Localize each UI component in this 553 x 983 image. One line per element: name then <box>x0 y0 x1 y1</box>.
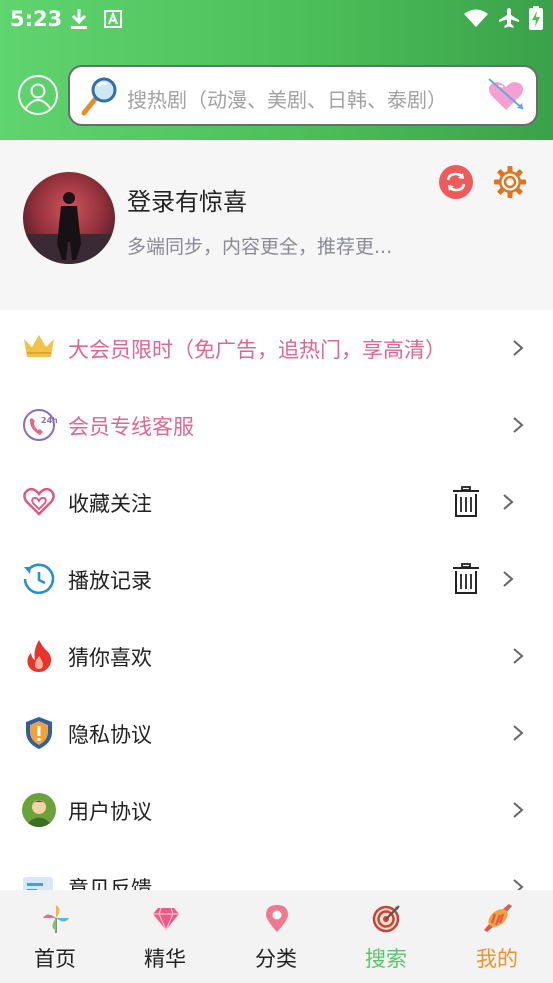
chevron-right-icon <box>503 494 514 510</box>
tab-mine[interactable]: 我的 <box>442 890 552 983</box>
pinwheel-icon <box>43 905 69 933</box>
menu-item-vip-service[interactable]: 24h 会员专线客服 <box>0 387 553 464</box>
tab-category[interactable]: 分类 <box>221 890 331 983</box>
user-avatar-button[interactable] <box>18 75 58 115</box>
user-icon <box>22 793 56 827</box>
wifi-icon <box>464 9 488 27</box>
tab-label: 分类 <box>255 947 297 971</box>
menu-item-guess-you-like[interactable]: 猜你喜欢 <box>0 618 553 695</box>
menu-item-label: 用户协议 <box>68 800 152 824</box>
menu-item-label: 会员专线客服 <box>68 415 194 439</box>
diamond-icon <box>153 907 179 932</box>
bottom-nav: 首页 精华 分类 搜索 我的 <box>0 890 553 983</box>
trash-icon[interactable] <box>452 563 480 595</box>
header: 5:23 搜热剧（动漫、美剧、日韩、泰剧） <box>0 0 553 140</box>
flame-icon <box>27 640 52 672</box>
map-pin-icon <box>266 905 288 932</box>
chevron-right-icon <box>503 571 514 587</box>
tab-search[interactable]: 搜索 <box>331 890 441 983</box>
svg-text:24h: 24h <box>41 416 57 425</box>
phone-24h-icon: 24h <box>23 409 57 441</box>
status-time: 5:23 <box>10 7 63 31</box>
trash-icon[interactable] <box>452 486 480 518</box>
tab-label: 首页 <box>34 947 76 971</box>
search-box[interactable]: 搜热剧（动漫、美剧、日韩、泰剧） <box>68 65 538 126</box>
tab-label: 精华 <box>144 947 186 971</box>
crown-icon <box>24 335 54 357</box>
login-subtitle: 多端同步，内容更全，推荐更... <box>127 236 393 258</box>
status-bar: 5:23 <box>0 0 553 40</box>
download-icon <box>71 9 87 29</box>
menu-item-label: 播放记录 <box>68 569 152 593</box>
login-title[interactable]: 登录有惊喜 <box>127 182 247 217</box>
chevron-right-icon <box>513 417 524 433</box>
menu-item-history[interactable]: 播放记录 <box>0 541 553 618</box>
avatar-image <box>23 172 115 264</box>
chevron-right-icon <box>513 648 524 664</box>
a-notification-icon <box>104 10 122 28</box>
candy-icon <box>484 904 512 932</box>
settings-gear-icon[interactable] <box>493 165 527 199</box>
sync-icon[interactable] <box>439 165 473 199</box>
profile-card[interactable]: 登录有惊喜 多端同步，内容更全，推荐更... <box>0 141 553 310</box>
tab-home[interactable]: 首页 <box>0 890 110 983</box>
chevron-right-icon <box>513 802 524 818</box>
menu-item-favorites[interactable]: 收藏关注 <box>0 464 553 541</box>
heart-arrow-icon <box>488 78 524 110</box>
chevron-right-icon <box>513 340 524 356</box>
history-icon <box>23 563 55 595</box>
menu-item-user-agreement[interactable]: 用户协议 <box>0 772 553 849</box>
profile-avatar[interactable] <box>23 172 115 264</box>
user-outline-icon <box>25 83 51 109</box>
menu-item-label: 收藏关注 <box>68 492 152 516</box>
menu-item-privacy[interactable]: 隐私协议 <box>0 695 553 772</box>
menu-item-label: 大会员限时（免广告，追热门，享高清） <box>68 338 446 362</box>
tab-featured[interactable]: 精华 <box>110 890 220 983</box>
target-icon <box>372 905 400 933</box>
shield-icon <box>26 717 52 749</box>
airplane-icon <box>499 8 519 28</box>
heart-icon <box>23 487 55 516</box>
tab-label: 我的 <box>476 947 518 971</box>
menu-item-vip[interactable]: 大会员限时（免广告，追热门，享高清） <box>0 310 553 387</box>
menu-item-label: 隐私协议 <box>68 723 152 747</box>
tab-label: 搜索 <box>365 947 407 971</box>
search-input-placeholder[interactable]: 搜热剧（动漫、美剧、日韩、泰剧） <box>127 84 447 113</box>
chevron-right-icon <box>513 725 524 741</box>
menu-item-label: 猜你喜欢 <box>68 646 152 670</box>
battery-charging-icon <box>529 6 543 30</box>
magnifier-icon <box>81 77 117 116</box>
